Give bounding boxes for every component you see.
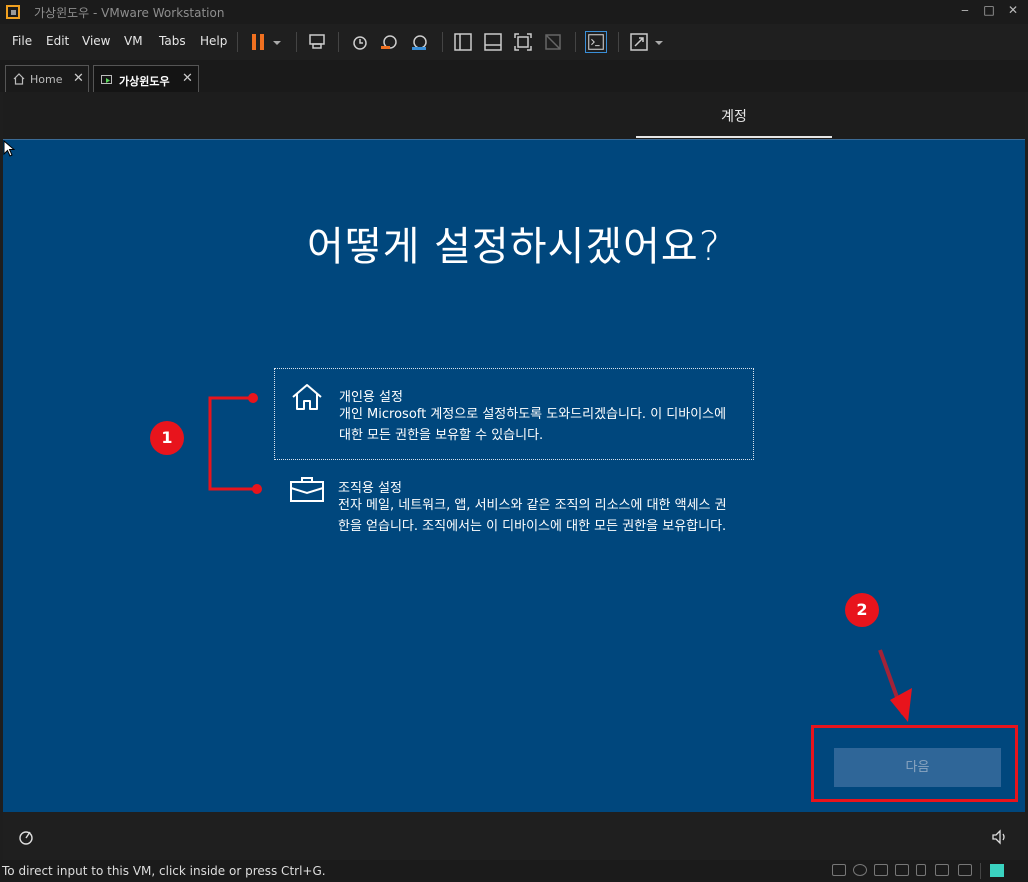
annotation-bracket	[208, 396, 257, 491]
annotation-badge-1: 1	[150, 421, 184, 455]
message-log-icon[interactable]	[990, 864, 1004, 877]
usb-icon[interactable]	[916, 864, 926, 876]
network-adapter-icon[interactable]	[874, 864, 888, 876]
annotation-highlight-box	[811, 725, 1018, 802]
hard-disk-icon[interactable]	[832, 864, 846, 876]
printer-icon[interactable]	[895, 864, 909, 876]
annotation-badge-2: 2	[845, 593, 879, 627]
status-separator	[980, 863, 981, 879]
sound-card-icon[interactable]	[935, 864, 949, 876]
annotation-dot	[252, 484, 262, 494]
annotation-arrow-head	[890, 688, 912, 722]
cd-dvd-icon[interactable]	[853, 864, 867, 876]
display-icon[interactable]	[958, 864, 972, 876]
status-bar: To direct input to this VM, click inside…	[0, 860, 1028, 882]
annotation-dot	[248, 393, 258, 403]
status-text: To direct input to this VM, click inside…	[2, 864, 326, 878]
